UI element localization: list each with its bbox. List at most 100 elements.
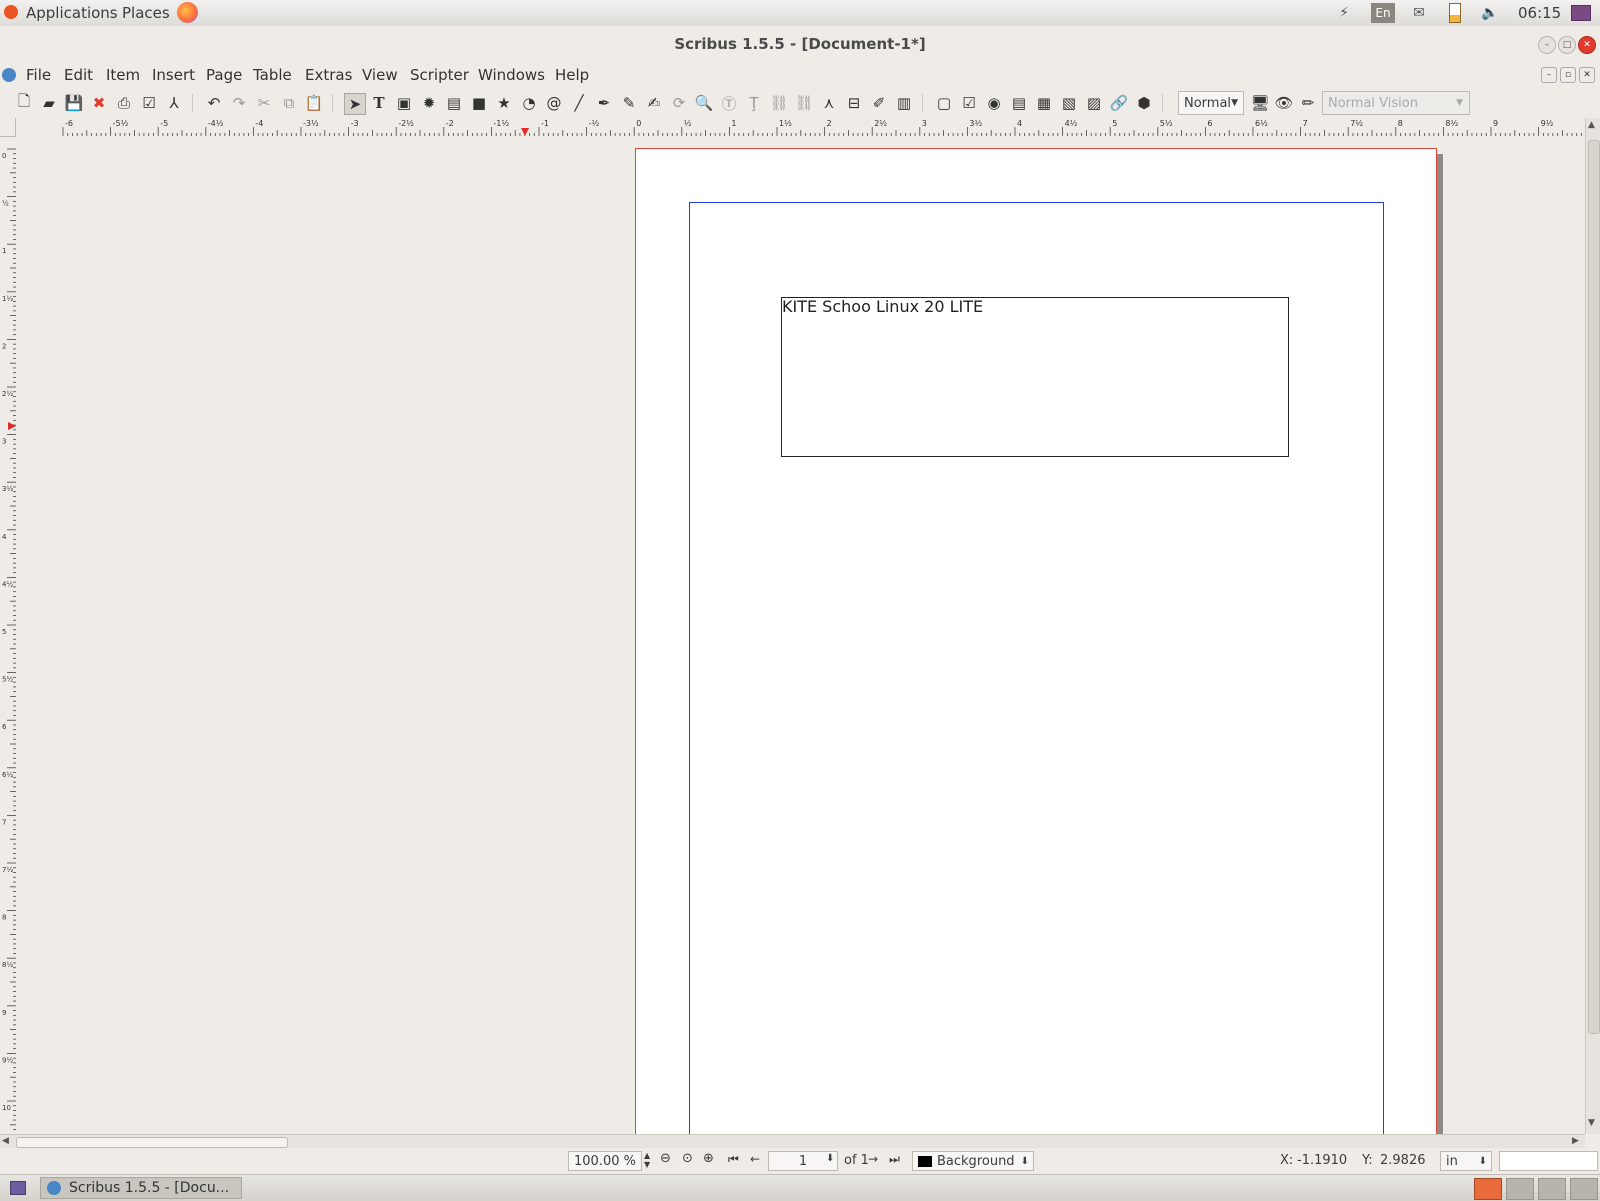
color-management-icon[interactable]: 🖥: [1250, 93, 1270, 113]
arc-tool-icon[interactable]: ◔: [519, 93, 539, 113]
scroll-left-arrow-icon[interactable]: ◀: [2, 1136, 9, 1146]
pdf-combo-box-icon[interactable]: ▦: [1034, 93, 1054, 113]
zoom-spin-icon[interactable]: ▲ ▼: [644, 1151, 650, 1169]
shape-tool-icon[interactable]: ■: [469, 93, 489, 113]
mdi-restore-button[interactable]: ▫: [1560, 67, 1576, 83]
text-frame-content[interactable]: KITE Schoo Linux 20 LITE: [782, 297, 983, 316]
document-canvas[interactable]: KITE Schoo Linux 20 LITE: [16, 136, 1585, 1134]
next-page-icon[interactable]: →: [868, 1152, 878, 1166]
paste-icon[interactable]: 📋: [304, 93, 324, 113]
calligraphic-tool-icon[interactable]: ✍: [644, 93, 664, 113]
edit-mode-icon[interactable]: ✏: [1298, 93, 1318, 113]
close-document-icon[interactable]: ✖: [89, 93, 109, 113]
pdf-3d-icon[interactable]: ⬢: [1134, 93, 1154, 113]
battery-icon[interactable]: [1448, 3, 1462, 23]
last-page-icon[interactable]: ⏭: [889, 1152, 900, 1167]
zoom-input[interactable]: 100.00 %: [568, 1151, 642, 1171]
pdf-button-icon[interactable]: ▢: [934, 93, 954, 113]
keyboard-layout-indicator[interactable]: En: [1371, 3, 1395, 23]
spiral-tool-icon[interactable]: @: [544, 93, 564, 113]
scroll-right-arrow-icon[interactable]: ▶: [1572, 1136, 1579, 1146]
first-page-icon[interactable]: ⏮: [728, 1152, 739, 1167]
freehand-tool-icon[interactable]: ✎: [619, 93, 639, 113]
preflight-check-icon[interactable]: ☑: [139, 93, 159, 113]
vertical-ruler[interactable]: 0 ½ 1 1½ 2 2½ 3 3½ 4 4½ 5 5½ 6 6½ 7 7½ 8 8½ 9 9½ 10: [0, 136, 17, 1134]
clock[interactable]: 06:15: [1518, 4, 1561, 22]
horizontal-scrollbar[interactable]: ◀ ▶: [0, 1134, 1585, 1149]
session-icon[interactable]: [1570, 3, 1592, 23]
menu-file[interactable]: File: [26, 66, 51, 84]
unit-select[interactable]: in ⬇: [1440, 1151, 1492, 1171]
measure-tool-icon[interactable]: ⋏: [819, 93, 839, 113]
print-icon[interactable]: ⎙: [114, 93, 134, 113]
select-tool-icon[interactable]: ➤: [344, 93, 366, 115]
taskbar-item-scribus[interactable]: Scribus 1.5.5 - [Docu...: [40, 1177, 242, 1199]
show-desktop-icon[interactable]: [10, 1181, 26, 1195]
bezier-tool-icon[interactable]: ✒: [594, 93, 614, 113]
menu-windows[interactable]: Windows: [478, 66, 545, 84]
pdf-radio-icon[interactable]: ◉: [984, 93, 1004, 113]
menu-item[interactable]: Item: [106, 66, 140, 84]
zoom-in-icon[interactable]: ⊕: [703, 1151, 714, 1166]
pdf-annotation-icon[interactable]: ▨: [1084, 93, 1104, 113]
open-icon[interactable]: ▰: [39, 93, 59, 113]
menu-insert[interactable]: Insert: [152, 66, 195, 84]
unlink-frames-icon[interactable]: ⛓: [794, 93, 814, 113]
zoom-out-icon[interactable]: ⊖: [660, 1151, 671, 1166]
text-frame[interactable]: KITE Schoo Linux 20 LITE: [781, 297, 1289, 457]
zoom-100-icon[interactable]: ⊙: [682, 1151, 693, 1166]
text-frame-tool-icon[interactable]: T: [369, 93, 389, 113]
copy-icon[interactable]: ⧉: [279, 93, 299, 113]
previous-page-icon[interactable]: ←: [750, 1152, 760, 1166]
ruler-origin-corner[interactable]: [0, 118, 16, 137]
pdf-list-box-icon[interactable]: ▧: [1059, 93, 1079, 113]
copy-properties-icon[interactable]: ⊟: [844, 93, 864, 113]
menu-table[interactable]: Table: [253, 66, 292, 84]
volume-icon[interactable]: 🔈: [1480, 3, 1500, 23]
pdf-checkbox-icon[interactable]: ☑: [959, 93, 979, 113]
render-frame-tool-icon[interactable]: ✹: [419, 93, 439, 113]
preview-eye-icon[interactable]: 👁: [1274, 93, 1294, 113]
preview-mode-select[interactable]: Normal ▼: [1178, 91, 1244, 115]
edit-contents-icon[interactable]: Ⓣ: [719, 93, 739, 113]
line-tool-icon[interactable]: ╱: [569, 93, 589, 113]
mail-icon[interactable]: ✉: [1408, 3, 1430, 23]
places-menu[interactable]: Places: [122, 4, 170, 22]
vertical-scrollbar[interactable]: ▲ ▼: [1585, 118, 1600, 1134]
polygon-tool-icon[interactable]: ★: [494, 93, 514, 113]
workspace-4[interactable]: [1570, 1178, 1598, 1200]
pdf-text-field-icon[interactable]: ▤: [1009, 93, 1029, 113]
network-icon[interactable]: ⚡: [1334, 3, 1354, 23]
scroll-down-arrow-icon[interactable]: ▼: [1588, 1118, 1595, 1128]
horizontal-scroll-thumb[interactable]: [16, 1137, 288, 1148]
eyedropper-icon[interactable]: ✐: [869, 93, 889, 113]
mdi-close-button[interactable]: ✕: [1579, 67, 1595, 83]
rotate-tool-icon[interactable]: ⟳: [669, 93, 689, 113]
zoom-tool-icon[interactable]: 🔍: [694, 93, 714, 113]
document-page[interactable]: KITE Schoo Linux 20 LITE: [635, 148, 1437, 1134]
page-select-arrow-icon[interactable]: ⬇: [826, 1153, 834, 1164]
save-icon[interactable]: 💾: [64, 93, 84, 113]
menu-edit[interactable]: Edit: [64, 66, 93, 84]
pdf-link-icon[interactable]: 🔗: [1109, 93, 1129, 113]
menu-extras[interactable]: Extras: [305, 66, 352, 84]
firefox-icon[interactable]: [177, 2, 198, 23]
edit-text-story-icon[interactable]: Ţ: [744, 93, 764, 113]
vertical-scroll-thumb[interactable]: [1588, 140, 1600, 1034]
barcode-icon[interactable]: ▥: [894, 93, 914, 113]
menu-view[interactable]: View: [362, 66, 398, 84]
table-tool-icon[interactable]: ▤: [444, 93, 464, 113]
applications-menu[interactable]: Applications: [26, 4, 118, 22]
workspace-1[interactable]: [1474, 1178, 1502, 1200]
redo-icon[interactable]: ↷: [229, 93, 249, 113]
mdi-minimize-button[interactable]: –: [1541, 67, 1557, 83]
ubuntu-logo-icon[interactable]: [4, 5, 18, 19]
menu-help[interactable]: Help: [555, 66, 589, 84]
scroll-up-arrow-icon[interactable]: ▲: [1588, 120, 1595, 130]
workspace-3[interactable]: [1538, 1178, 1566, 1200]
export-pdf-icon[interactable]: ⅄: [164, 93, 184, 113]
minimize-button[interactable]: –: [1538, 36, 1556, 54]
maximize-button[interactable]: □: [1558, 36, 1576, 54]
undo-icon[interactable]: ↶: [204, 93, 224, 113]
close-button[interactable]: ✕: [1578, 36, 1596, 54]
